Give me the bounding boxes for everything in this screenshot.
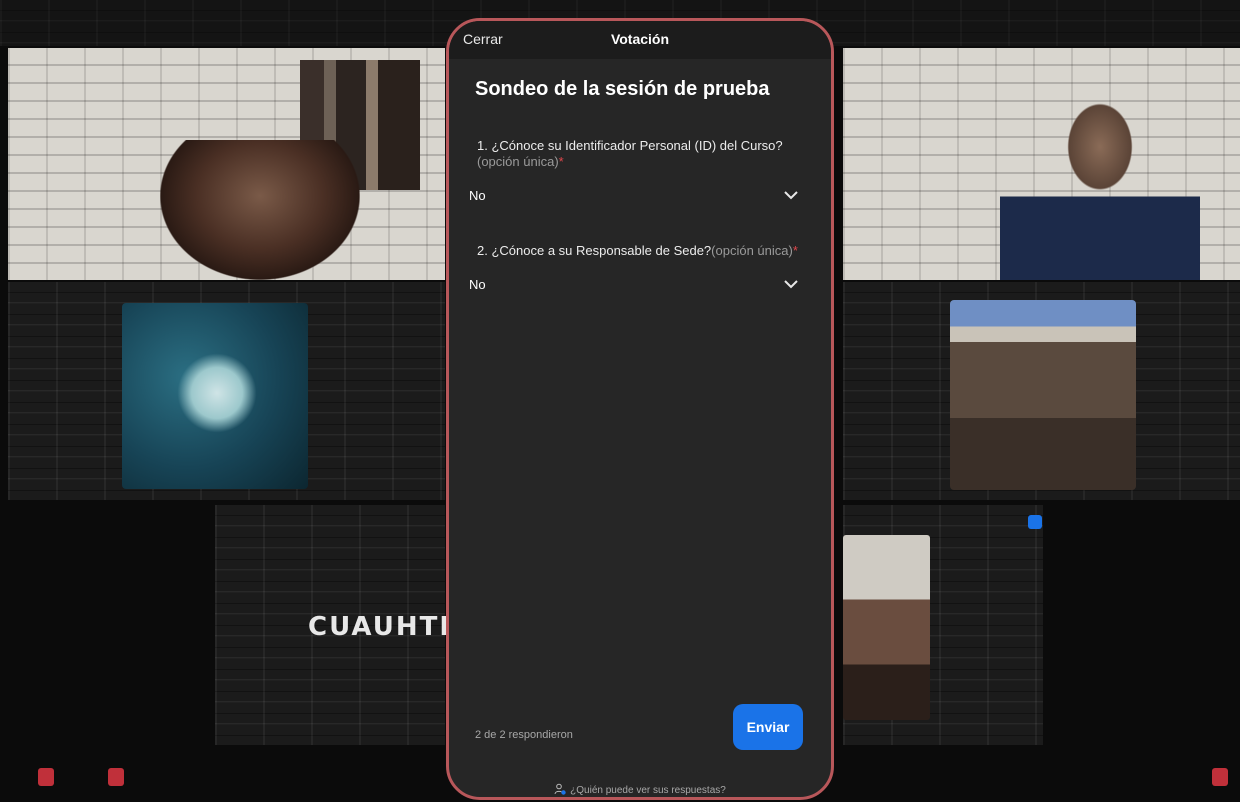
participant-name-label: CUAUHTE [308, 612, 460, 642]
survey-title: Sondeo de la sesión de prueba [475, 78, 770, 100]
chevron-down-icon [783, 279, 799, 289]
user-visibility-icon [554, 783, 566, 797]
question-1-text: 1. ¿Cónoce su Identificador Personal (ID… [477, 138, 817, 170]
participant-avatar-logo [122, 303, 308, 489]
poll-header-title: Votación [610, 31, 670, 47]
question-1-label: 1. ¿Cónoce su Identificador Personal (ID… [477, 138, 783, 153]
question-2-hint: (opción única) [711, 243, 793, 258]
participant-video-landscape [950, 300, 1136, 490]
poll-header: Cerrar Votación [449, 21, 831, 59]
video-off-icon-bottom-left[interactable] [108, 768, 124, 786]
poll-panel: Cerrar Votación Sondeo de la sesión de p… [446, 18, 834, 800]
question-2-label: 2. ¿Cónoce a su Responsable de Sede? [477, 243, 712, 258]
question-1-required-mark: * [558, 154, 564, 169]
participant-video-left [160, 140, 360, 280]
participant-video-right [1000, 95, 1200, 280]
question-1-selected-value: No [469, 187, 486, 203]
chevron-down-icon [783, 190, 799, 200]
flower-logo-icon [172, 348, 262, 438]
question-2-required-mark: * [792, 243, 798, 258]
question-2-text: 2. ¿Cónoce a su Responsable de Sede?(opc… [477, 243, 817, 259]
mute-icon-bottom-right[interactable] [1212, 768, 1228, 786]
question-1-dropdown[interactable]: No [469, 183, 799, 207]
participant-video-small [843, 535, 930, 720]
send-button[interactable]: Enviar [733, 704, 803, 750]
responded-count: 2 de 2 respondieron [475, 729, 573, 741]
active-speaker-indicator [1028, 515, 1042, 529]
question-1-hint: (opción única) [477, 154, 559, 169]
who-can-see-text: ¿Quién puede ver sus respuestas? [570, 785, 726, 796]
question-2-dropdown[interactable]: No [469, 272, 799, 296]
mute-icon-bottom-left[interactable] [38, 768, 54, 786]
question-2-selected-value: No [469, 276, 486, 292]
who-can-see-link[interactable]: ¿Quién puede ver sus respuestas? [449, 783, 831, 797]
